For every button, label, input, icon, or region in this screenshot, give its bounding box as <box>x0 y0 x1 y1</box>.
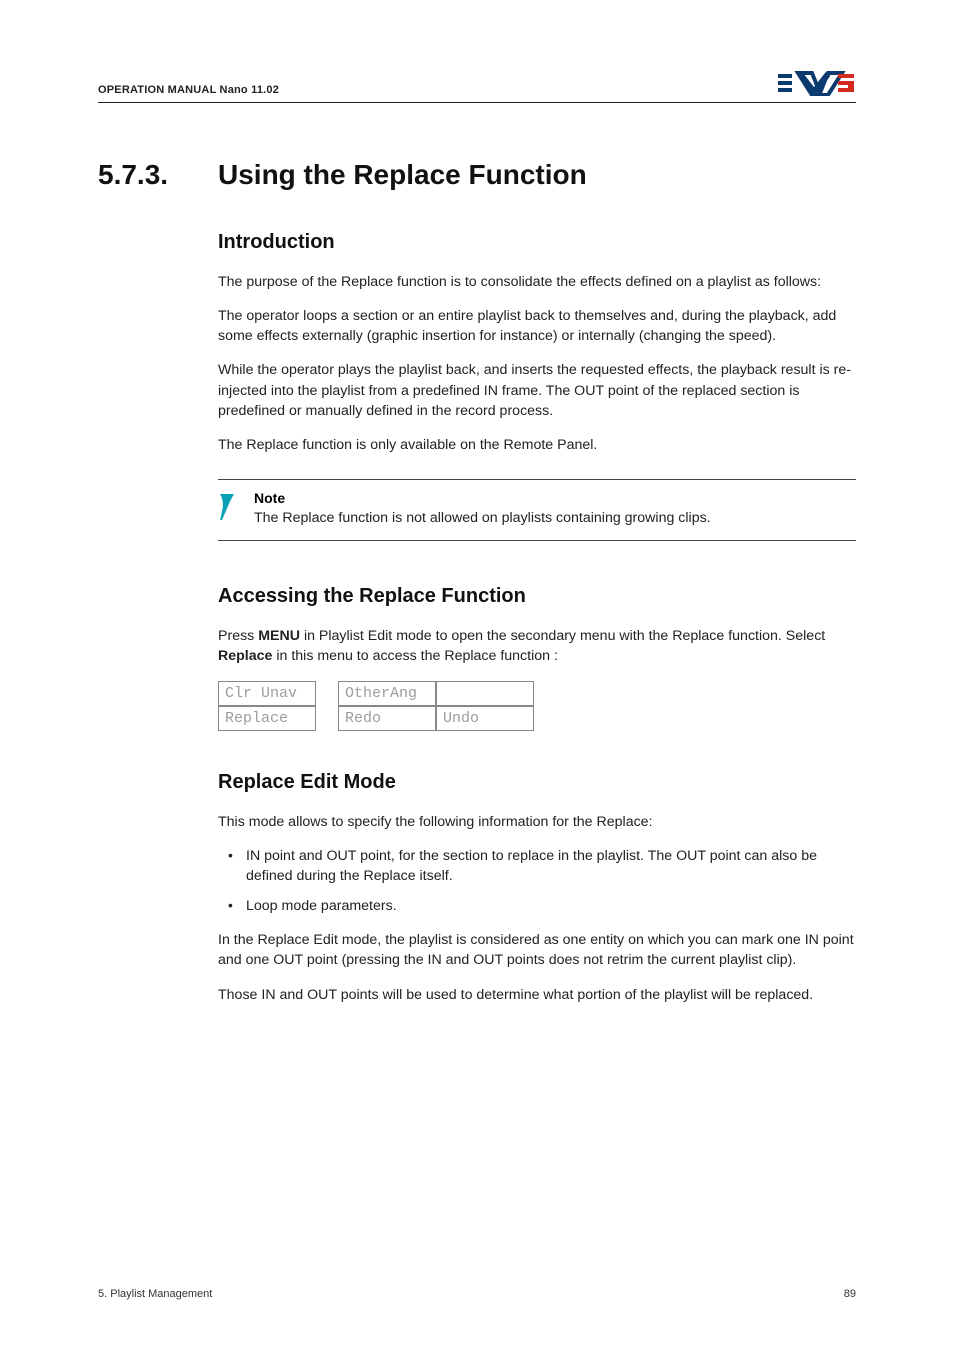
access-p1-mid: in Playlist Edit mode to open the second… <box>300 628 825 644</box>
editmode-bullets: IN point and OUT point, for the section … <box>218 846 856 916</box>
access-p1-menu: MENU <box>258 628 300 644</box>
intro-p4: The Replace function is only available o… <box>218 435 856 455</box>
intro-p3: While the operator plays the playlist ba… <box>218 360 856 420</box>
bullet-item: IN point and OUT point, for the section … <box>218 846 856 886</box>
section-number: 5.7.3. <box>98 159 218 191</box>
access-p1-post: in this menu to access the Replace funct… <box>272 648 557 664</box>
section-title: Using the Replace Function <box>218 159 587 191</box>
section-heading-row: 5.7.3. Using the Replace Function <box>98 159 856 191</box>
menu-table: Clr Unav OtherAng Replace Redo Undo <box>218 681 534 731</box>
editmode-p2: In the Replace Edit mode, the playlist i… <box>218 930 856 970</box>
access-p1: Press MENU in Playlist Edit mode to open… <box>218 626 856 666</box>
menu-cell-r1c3: OtherAng <box>338 681 436 706</box>
evs-logo <box>778 70 856 96</box>
footer-left: 5. Playlist Management <box>98 1288 212 1300</box>
note-label: Note <box>254 490 711 506</box>
page-header: OPERATION MANUAL Nano 11.02 <box>98 70 856 103</box>
intro-p2: The operator loops a section or an entir… <box>218 306 856 346</box>
menu-cell-r2c1: Replace <box>218 706 316 731</box>
editmode-p1: This mode allows to specify the followin… <box>218 812 856 832</box>
access-p1-pre: Press <box>218 628 258 644</box>
access-p1-replace: Replace <box>218 648 272 664</box>
menu-spacer <box>316 681 338 706</box>
note-body: Note The Replace function is not allowed… <box>254 490 711 528</box>
page-footer: 5. Playlist Management 89 <box>98 1288 856 1300</box>
menu-cell-r2c4: Undo <box>436 706 534 731</box>
editmode-heading: Replace Edit Mode <box>218 771 856 794</box>
header-left-text: OPERATION MANUAL Nano 11.02 <box>98 84 279 96</box>
footer-page-number: 89 <box>844 1288 856 1300</box>
intro-p1: The purpose of the Replace function is t… <box>218 272 856 292</box>
main-content: Introduction The purpose of the Replace … <box>218 231 856 1019</box>
note-icon <box>218 490 240 527</box>
note-text: The Replace function is not allowed on p… <box>254 508 711 528</box>
note-block: Note The Replace function is not allowed… <box>218 479 856 541</box>
menu-spacer <box>316 706 338 731</box>
menu-cell-r2c3: Redo <box>338 706 436 731</box>
menu-cell-r1c4 <box>436 681 534 706</box>
menu-cell-r1c1: Clr Unav <box>218 681 316 706</box>
bullet-item: Loop mode parameters. <box>218 896 856 916</box>
page: OPERATION MANUAL Nano 11.02 5.7.3. Using… <box>0 0 954 1350</box>
intro-heading: Introduction <box>218 231 856 254</box>
editmode-p3: Those IN and OUT points will be used to … <box>218 985 856 1005</box>
access-heading: Accessing the Replace Function <box>218 585 856 608</box>
